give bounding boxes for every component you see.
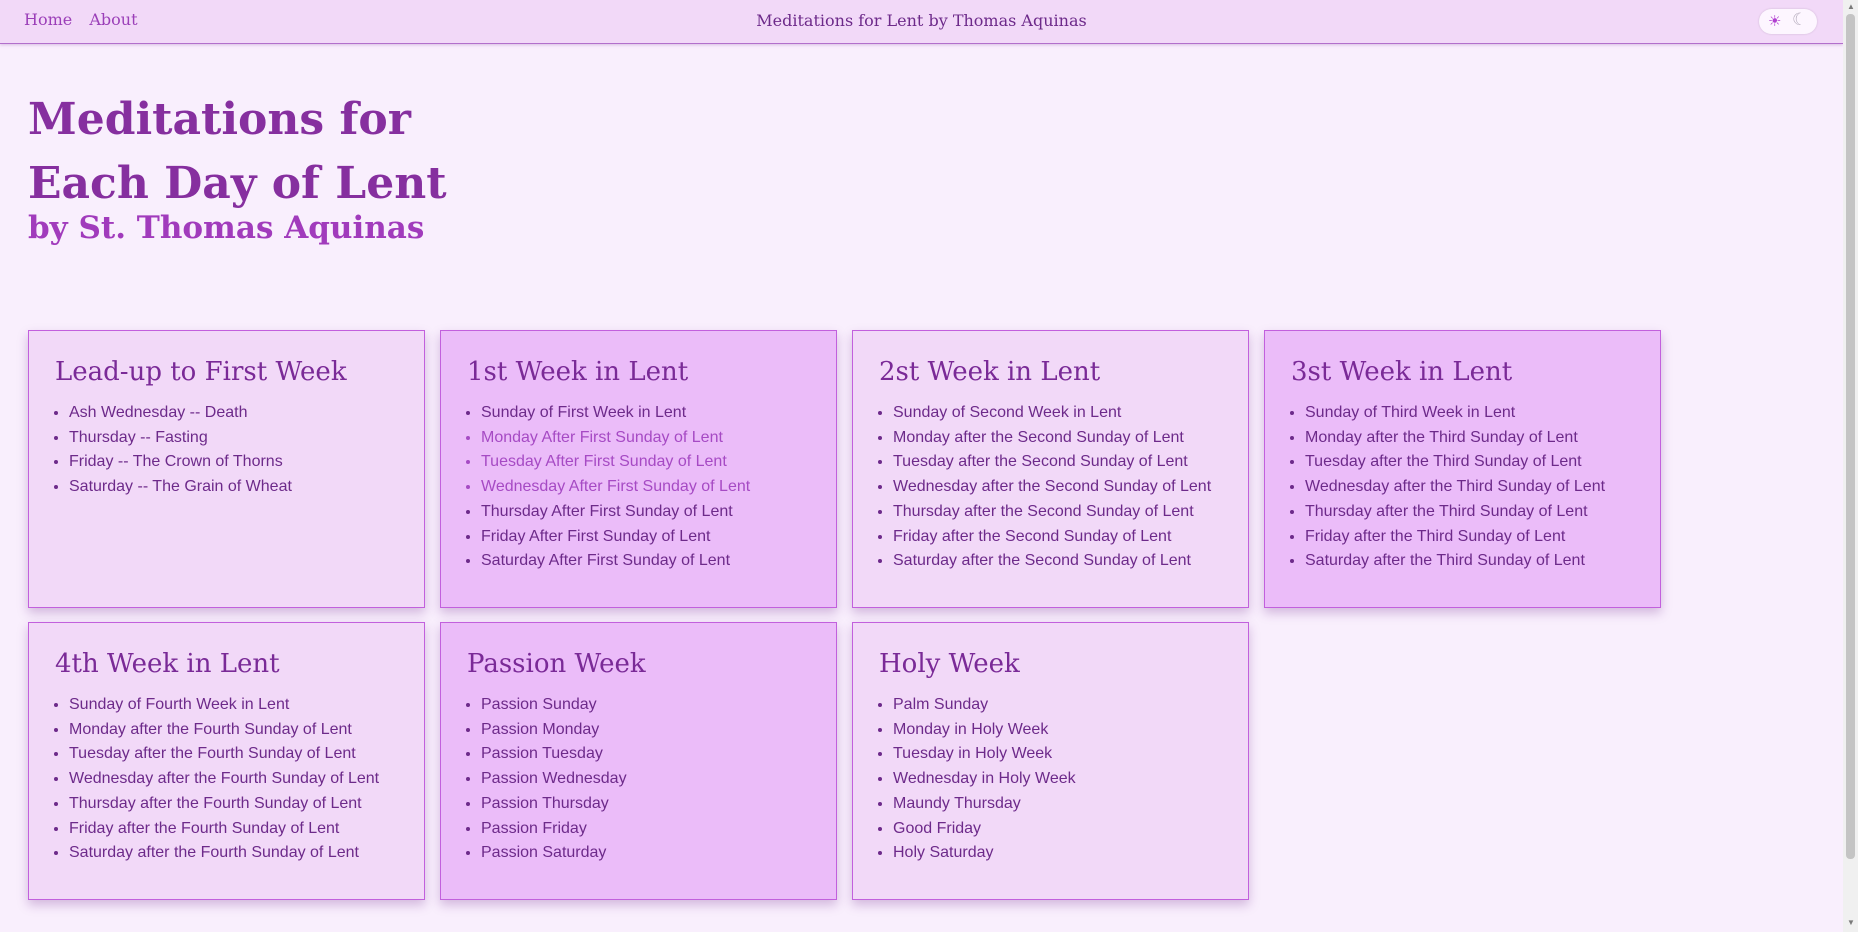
meditation-list: Sunday of First Week in Lent Monday Afte…	[467, 401, 810, 574]
week-card-1st-week: 1st Week in Lent Sunday of First Week in…	[440, 330, 837, 608]
meditation-link[interactable]: Monday after the Second Sunday of Lent	[893, 426, 1222, 451]
meditation-link[interactable]: Saturday -- The Grain of Wheat	[69, 475, 398, 500]
meditation-link[interactable]: Saturday after the Second Sunday of Lent	[893, 549, 1222, 574]
site-title: Meditations for Lent by Thomas Aquinas	[756, 11, 1087, 30]
meditation-link[interactable]: Passion Thursday	[481, 792, 810, 817]
meditation-link[interactable]: Friday After First Sunday of Lent	[481, 525, 810, 550]
page-subtitle: by St. Thomas Aquinas	[28, 210, 425, 246]
meditation-link[interactable]: Thursday -- Fasting	[69, 426, 398, 451]
sun-icon[interactable]: ☀	[1768, 12, 1781, 30]
meditation-link[interactable]: Passion Friday	[481, 817, 810, 842]
meditation-link[interactable]: Tuesday after the Second Sunday of Lent	[893, 450, 1222, 475]
meditation-link[interactable]: Tuesday in Holy Week	[893, 742, 1222, 767]
week-card-title: 2st Week in Lent	[879, 357, 1101, 387]
meditation-link[interactable]: Passion Wednesday	[481, 767, 810, 792]
meditation-link[interactable]: Thursday After First Sunday of Lent	[481, 500, 810, 525]
meditation-link[interactable]: Passion Saturday	[481, 841, 810, 866]
meditation-link[interactable]: Sunday of Second Week in Lent	[893, 401, 1222, 426]
week-card-3rd-week: 3st Week in Lent Sunday of Third Week in…	[1264, 330, 1661, 608]
weeks-grid: Lead-up to First Week Ash Wednesday -- D…	[28, 330, 1661, 900]
meditation-link[interactable]: Palm Sunday	[893, 693, 1222, 718]
scrollbar-thumb[interactable]	[1846, 14, 1855, 859]
week-card-passion-week: Passion Week Passion Sunday Passion Mond…	[440, 622, 837, 900]
week-card-lead-up: Lead-up to First Week Ash Wednesday -- D…	[28, 330, 425, 608]
meditation-link[interactable]: Wednesday in Holy Week	[893, 767, 1222, 792]
meditation-link[interactable]: Tuesday after the Third Sunday of Lent	[1305, 450, 1634, 475]
meditation-link[interactable]: Monday after the Fourth Sunday of Lent	[69, 718, 398, 743]
meditation-link[interactable]: Wednesday after the Second Sunday of Len…	[893, 475, 1222, 500]
meditation-list: Palm Sunday Monday in Holy Week Tuesday …	[879, 693, 1222, 866]
week-card-2nd-week: 2st Week in Lent Sunday of Second Week i…	[852, 330, 1249, 608]
meditation-link[interactable]: Passion Sunday	[481, 693, 810, 718]
meditation-list: Sunday of Third Week in Lent Monday afte…	[1291, 401, 1634, 574]
scroll-up-arrow-icon[interactable]: ▲	[1847, 2, 1855, 11]
week-card-title: Holy Week	[879, 649, 1020, 679]
meditation-link[interactable]: Friday after the Second Sunday of Lent	[893, 525, 1222, 550]
meditation-link[interactable]: Holy Saturday	[893, 841, 1222, 866]
meditation-list: Passion Sunday Passion Monday Passion Tu…	[467, 693, 810, 866]
meditation-list: Sunday of Fourth Week in Lent Monday aft…	[55, 693, 398, 866]
meditation-link-visited[interactable]: Monday After First Sunday of Lent	[481, 426, 810, 451]
meditation-link[interactable]: Sunday of First Week in Lent	[481, 401, 810, 426]
meditation-link[interactable]: Thursday after the Second Sunday of Lent	[893, 500, 1222, 525]
meditation-link[interactable]: Thursday after the Fourth Sunday of Lent	[69, 792, 398, 817]
week-card-4th-week: 4th Week in Lent Sunday of Fourth Week i…	[28, 622, 425, 900]
meditation-link[interactable]: Wednesday after the Third Sunday of Lent	[1305, 475, 1634, 500]
meditation-link[interactable]: Saturday After First Sunday of Lent	[481, 549, 810, 574]
meditation-link[interactable]: Saturday after the Fourth Sunday of Lent	[69, 841, 398, 866]
week-card-title: 3st Week in Lent	[1291, 357, 1513, 387]
meditation-link[interactable]: Friday -- The Crown of Thorns	[69, 450, 398, 475]
meditation-link[interactable]: Friday after the Fourth Sunday of Lent	[69, 817, 398, 842]
week-card-title: Lead-up to First Week	[55, 357, 347, 387]
meditation-link[interactable]: Maundy Thursday	[893, 792, 1222, 817]
meditation-link[interactable]: Passion Monday	[481, 718, 810, 743]
meditation-link[interactable]: Monday in Holy Week	[893, 718, 1222, 743]
meditation-link[interactable]: Sunday of Fourth Week in Lent	[69, 693, 398, 718]
meditation-link[interactable]: Thursday after the Third Sunday of Lent	[1305, 500, 1634, 525]
meditation-link-visited[interactable]: Tuesday After First Sunday of Lent	[481, 450, 810, 475]
meditation-link[interactable]: Passion Tuesday	[481, 742, 810, 767]
meditation-link-visited[interactable]: Wednesday After First Sunday of Lent	[481, 475, 810, 500]
meditation-link[interactable]: Friday after the Third Sunday of Lent	[1305, 525, 1634, 550]
scroll-down-arrow-icon[interactable]: ▼	[1847, 918, 1855, 927]
meditation-link[interactable]: Monday after the Third Sunday of Lent	[1305, 426, 1634, 451]
theme-toggle[interactable]: ☀ ☾	[1759, 9, 1817, 34]
top-navbar: Home About Meditations for Lent by Thoma…	[0, 0, 1843, 44]
meditation-link[interactable]: Wednesday after the Fourth Sunday of Len…	[69, 767, 398, 792]
meditation-link[interactable]: Saturday after the Third Sunday of Lent	[1305, 549, 1634, 574]
moon-icon[interactable]: ☾	[1792, 10, 1807, 30]
meditation-link[interactable]: Sunday of Third Week in Lent	[1305, 401, 1634, 426]
week-card-holy-week: Holy Week Palm Sunday Monday in Holy Wee…	[852, 622, 1249, 900]
meditation-list: Ash Wednesday -- Death Thursday -- Fasti…	[55, 401, 398, 500]
meditation-link[interactable]: Good Friday	[893, 817, 1222, 842]
week-card-title: 4th Week in Lent	[55, 649, 280, 679]
page-scrollbar[interactable]: ▲ ▼	[1843, 0, 1858, 932]
meditation-link[interactable]: Tuesday after the Fourth Sunday of Lent	[69, 742, 398, 767]
week-card-title: 1st Week in Lent	[467, 357, 689, 387]
meditation-link[interactable]: Ash Wednesday -- Death	[69, 401, 398, 426]
meditation-list: Sunday of Second Week in Lent Monday aft…	[879, 401, 1222, 574]
page-title: Meditations for Each Day of Lent	[28, 94, 447, 209]
week-card-title: Passion Week	[467, 649, 646, 679]
